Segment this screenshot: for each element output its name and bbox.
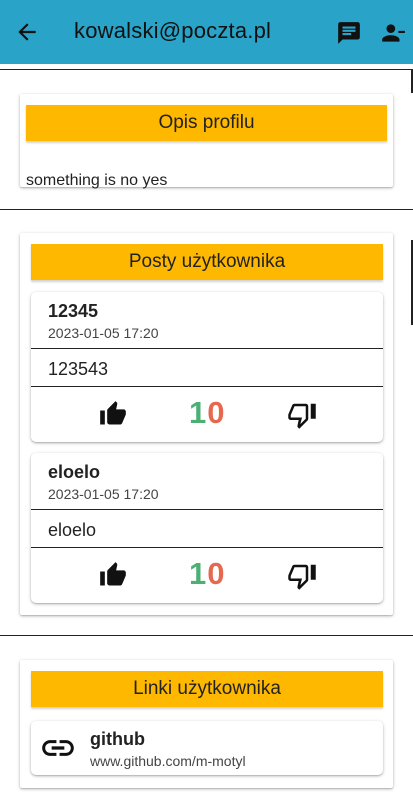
link-icon: [42, 740, 74, 756]
post-score: 10: [189, 556, 226, 591]
divider: [31, 547, 383, 548]
divider: [31, 348, 383, 349]
posts-card: Posty użytkownika 12345 2023-01-05 17:20…: [20, 233, 393, 615]
profile-description: something is no yes: [26, 172, 168, 189]
link-name: github: [90, 729, 145, 749]
divider: [0, 209, 413, 210]
post-score: 10: [189, 395, 226, 430]
links-header: Linki użytkownika: [31, 671, 383, 707]
thumb-down-outline-icon[interactable]: [287, 561, 317, 591]
chat-icon[interactable]: [336, 20, 362, 46]
profile-card: Opis profilu something is no yes: [20, 94, 393, 189]
thumb-up-icon[interactable]: [99, 400, 127, 428]
arrow-back-icon[interactable]: [14, 19, 40, 45]
profile-header: Opis profilu: [26, 105, 387, 141]
post-title: eloelo: [48, 462, 101, 482]
divider: [0, 69, 413, 70]
post-card[interactable]: 12345 2023-01-05 17:20 123543 10: [31, 292, 383, 442]
person-remove-icon[interactable]: [379, 20, 407, 46]
post-body: eloelo: [48, 520, 97, 540]
app-bar: kowalski@poczta.pl: [0, 0, 413, 64]
link-url: www.github.com/m-motyl: [90, 753, 246, 769]
thumb-down-outline-icon[interactable]: [287, 400, 317, 430]
page-title: kowalski@poczta.pl: [74, 18, 272, 43]
divider: [31, 509, 383, 510]
link-item-github[interactable]: github www.github.com/m-motyl: [31, 721, 383, 775]
thumb-up-icon[interactable]: [99, 561, 127, 589]
post-date: 2023-01-05 17:20: [48, 486, 159, 502]
post-date: 2023-01-05 17:20: [48, 325, 159, 341]
post-card[interactable]: eloelo 2023-01-05 17:20 eloelo 10: [31, 453, 383, 603]
post-title: 12345: [48, 301, 99, 321]
divider: [0, 635, 413, 636]
post-body: 123543: [48, 359, 109, 379]
divider: [31, 386, 383, 387]
posts-header: Posty użytkownika: [31, 244, 383, 280]
links-card: Linki użytkownika github www.github.com/…: [20, 660, 393, 788]
